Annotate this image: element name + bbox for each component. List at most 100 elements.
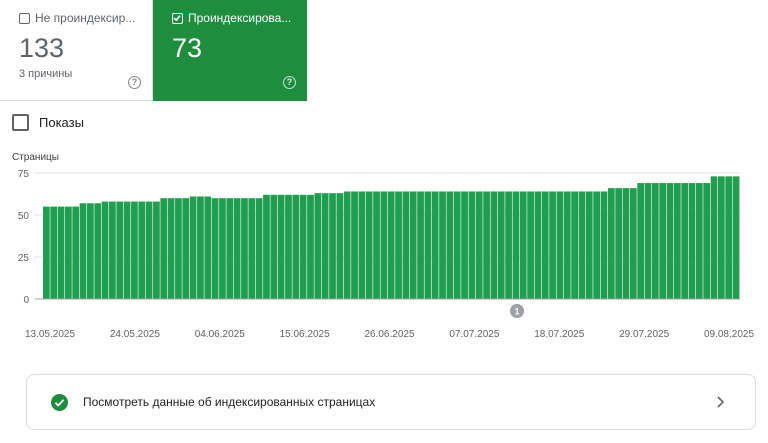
chart-bar[interactable]: [255, 198, 263, 299]
chart-bar[interactable]: [725, 176, 733, 299]
chart-bar[interactable]: [204, 196, 212, 299]
chart-bar[interactable]: [475, 191, 483, 299]
chart-bar[interactable]: [358, 191, 366, 299]
indexed-card[interactable]: Проиндексирова... 73 ?: [153, 0, 307, 101]
chart-bar[interactable]: [431, 191, 439, 299]
chart-bar[interactable]: [175, 198, 182, 299]
chart-bar[interactable]: [65, 206, 72, 299]
help-icon[interactable]: ?: [128, 76, 141, 89]
chart-bar[interactable]: [387, 191, 395, 299]
chart-bar[interactable]: [343, 191, 351, 299]
chart-bar[interactable]: [94, 203, 102, 299]
chart-bar[interactable]: [453, 191, 461, 299]
chart-bar[interactable]: [50, 206, 58, 299]
chart-bar[interactable]: [380, 191, 388, 299]
chart-bar[interactable]: [365, 191, 373, 299]
chart-bar[interactable]: [512, 191, 520, 299]
chart-bar[interactable]: [556, 191, 564, 299]
chart-bar[interactable]: [541, 191, 549, 299]
chart-bar[interactable]: [153, 201, 160, 299]
chart-bar[interactable]: [351, 191, 358, 299]
chart-bar[interactable]: [409, 191, 417, 299]
chart-bar[interactable]: [527, 191, 534, 299]
chart-bar[interactable]: [483, 191, 490, 299]
view-indexed-pages-link[interactable]: Посмотреть данные об индексированных стр…: [26, 374, 756, 430]
chart-bar[interactable]: [417, 191, 424, 299]
not-indexed-card[interactable]: Не проиндексир... 133 3 причины ?: [0, 0, 153, 101]
chart-bar[interactable]: [72, 206, 80, 299]
chart-bar[interactable]: [219, 198, 226, 299]
checkbox-icon[interactable]: [19, 12, 30, 24]
chart-bar[interactable]: [490, 191, 498, 299]
chart-bar[interactable]: [732, 176, 740, 299]
chart-bar[interactable]: [226, 198, 234, 299]
chart-bar[interactable]: [710, 176, 718, 299]
chart-bar[interactable]: [43, 206, 50, 299]
chart-bar[interactable]: [644, 183, 652, 299]
chart-bar[interactable]: [211, 198, 219, 299]
chart-bar[interactable]: [402, 191, 410, 299]
chart-bar[interactable]: [307, 194, 314, 299]
chart-bar[interactable]: [145, 201, 153, 299]
chart-bar[interactable]: [681, 183, 689, 299]
chart-bar[interactable]: [629, 188, 637, 299]
chart-bar[interactable]: [600, 191, 608, 299]
chart-bar[interactable]: [167, 198, 175, 299]
chart-bar[interactable]: [314, 193, 322, 299]
chart-bar[interactable]: [585, 191, 593, 299]
chart-bar[interactable]: [109, 201, 116, 299]
chart-bar[interactable]: [651, 183, 659, 299]
chart-bar[interactable]: [233, 198, 241, 299]
chart-bar[interactable]: [424, 191, 432, 299]
chart-bar[interactable]: [637, 183, 645, 299]
checkbox-checked-icon[interactable]: [172, 12, 183, 24]
chart-bar[interactable]: [182, 198, 190, 299]
chart-bar[interactable]: [571, 191, 578, 299]
chart-bar[interactable]: [688, 183, 696, 299]
chart-bar[interactable]: [578, 191, 586, 299]
chart-bar[interactable]: [446, 191, 454, 299]
chart-bar[interactable]: [138, 201, 146, 299]
chart-bar[interactable]: [299, 194, 307, 299]
chart-bar[interactable]: [292, 194, 300, 299]
chart-bar[interactable]: [123, 201, 131, 299]
chart-bar[interactable]: [241, 198, 248, 299]
chart-bar[interactable]: [321, 193, 329, 299]
chart-bar[interactable]: [615, 188, 623, 299]
chart-bar[interactable]: [666, 183, 674, 299]
chart-bar[interactable]: [79, 203, 87, 299]
chart-bar[interactable]: [717, 176, 725, 299]
chart-bar[interactable]: [534, 191, 542, 299]
chart-bar[interactable]: [336, 193, 344, 299]
chart-bar[interactable]: [659, 183, 667, 299]
chart-bar[interactable]: [703, 183, 711, 299]
chart-bar[interactable]: [622, 188, 630, 299]
chart-bar[interactable]: [461, 191, 468, 299]
chart-bar[interactable]: [285, 194, 292, 299]
help-icon[interactable]: ?: [283, 76, 296, 89]
chart-bar[interactable]: [497, 191, 505, 299]
impressions-checkbox[interactable]: [12, 114, 29, 131]
chart-bar[interactable]: [329, 193, 336, 299]
chart-bar[interactable]: [395, 191, 402, 299]
chart-bar[interactable]: [160, 198, 168, 299]
chart-bar[interactable]: [563, 191, 571, 299]
chart-bar[interactable]: [695, 183, 703, 299]
chart-bar[interactable]: [101, 201, 109, 299]
chart-bar[interactable]: [197, 196, 204, 299]
chart-bar[interactable]: [189, 196, 197, 299]
chart-bar[interactable]: [505, 191, 512, 299]
impressions-toggle[interactable]: Показы: [12, 114, 84, 131]
chart-bar[interactable]: [87, 203, 94, 299]
chart-bar[interactable]: [593, 191, 600, 299]
chart-bar[interactable]: [263, 194, 270, 299]
chart-bar[interactable]: [57, 206, 65, 299]
chart-bar[interactable]: [468, 191, 476, 299]
chart-bar[interactable]: [270, 194, 278, 299]
chart-bar[interactable]: [373, 191, 380, 299]
chart-bar[interactable]: [116, 201, 124, 299]
chart-bar[interactable]: [519, 191, 527, 299]
chart-bar[interactable]: [607, 188, 615, 299]
chart-bar[interactable]: [673, 183, 681, 299]
chart-bar[interactable]: [439, 191, 446, 299]
